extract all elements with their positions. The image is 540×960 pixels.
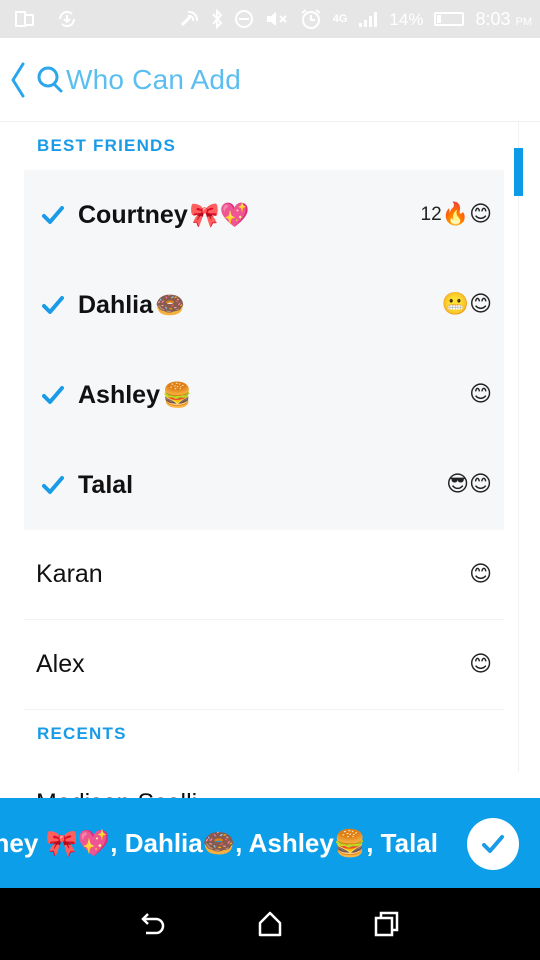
friend-badges: 😎😊 (446, 474, 492, 496)
friend-badges: 😊 (469, 561, 492, 587)
fire-smile-emoji-icon: 🔥😊 (441, 202, 492, 227)
sync-icon (58, 10, 76, 28)
friend-row-dahlia[interactable]: Dahlia 🍩 😬😊 (24, 260, 504, 350)
back-icon (141, 913, 165, 935)
friend-row-talal[interactable]: Talal 😎😊 (24, 440, 504, 530)
confirm-button[interactable] (467, 818, 519, 870)
friend-row-courtney[interactable]: Courtney 🎀💖 12 🔥😊 (24, 170, 504, 260)
android-nav-bar (0, 888, 540, 960)
page-title[interactable]: Who Can Add (66, 64, 241, 96)
friend-badges: 😊 (469, 384, 492, 406)
scrollbar-track[interactable] (518, 122, 519, 772)
friend-name: Courtney (78, 200, 188, 229)
back-button[interactable] (10, 60, 30, 100)
selection-bar: Courtney 🎀💖, Dahlia🍩, Ashley🍔, Talal (0, 798, 540, 888)
battery-percent: 14% (389, 9, 424, 29)
friend-name: Dahlia (78, 290, 154, 319)
friends-list[interactable]: BEST FRIENDS Courtney 🎀💖 12 🔥😊 Dahlia 🍩 … (24, 122, 504, 798)
battery-icon (434, 12, 465, 26)
mute-icon (266, 12, 287, 26)
search-icon (37, 66, 63, 92)
friend-name: Madison Scolli (36, 789, 197, 799)
nav-recents-button[interactable] (367, 904, 407, 944)
nav-back-button[interactable] (133, 904, 173, 944)
sunglasses-smile-emoji-icon: 😎😊 (446, 472, 492, 497)
section-header-recents: RECENTS (37, 724, 127, 743)
selected-friends-summary: Courtney 🎀💖, Dahlia🍩, Ashley🍔, Talal (0, 827, 438, 858)
friend-badges: 😊 (469, 651, 492, 677)
checkmark-icon (482, 835, 504, 853)
clock: 8:03 PM (475, 9, 532, 30)
screen-mirror-icon (15, 11, 34, 27)
home-icon (258, 911, 282, 937)
friend-badges: 12 🔥😊 (421, 204, 492, 226)
friend-name: Alex (36, 650, 85, 678)
alarm-icon (301, 9, 321, 29)
friend-name: Karan (36, 560, 103, 588)
donut-emoji-icon: 🍩 (155, 291, 185, 319)
friend-badges: 😬😊 (442, 294, 492, 316)
bluetooth-icon (211, 9, 223, 29)
status-bar: 4G 14% 8:03 PM (0, 0, 540, 38)
friend-name: Talal (78, 470, 134, 499)
bow-heart-emoji-icon: 🎀💖 (189, 201, 250, 229)
smile-emoji-icon: 😊 (469, 382, 492, 407)
checkmark-icon (24, 294, 78, 316)
friend-name: Ashley (78, 380, 160, 409)
recents-icon (374, 911, 398, 937)
smile-emoji-icon: 😊 (469, 561, 492, 587)
clock-ampm: PM (515, 15, 533, 28)
checkmark-icon (24, 384, 78, 406)
friend-row-karan[interactable]: Karan 😊 (24, 530, 504, 620)
friend-row-alex[interactable]: Alex 😊 (24, 620, 504, 710)
4g-lte-icon: 4G (332, 12, 348, 25)
checkmark-icon (24, 204, 78, 226)
smile-emoji-icon: 😊 (469, 651, 492, 677)
grimace-smile-emoji-icon: 😬😊 (441, 292, 492, 317)
search-button[interactable] (36, 65, 64, 95)
do-not-disturb-icon (234, 10, 253, 28)
clock-time: 8:03 (475, 8, 511, 29)
nav-home-button[interactable] (250, 904, 290, 944)
checkmark-icon (24, 474, 78, 496)
signal-icon (359, 12, 378, 27)
friend-row-recent[interactable]: Madison Scolli (24, 758, 504, 799)
friend-row-ashley[interactable]: Ashley 🍔 😊 (24, 350, 504, 440)
burger-emoji-icon: 🍔 (161, 381, 192, 409)
nfc-icon (180, 10, 198, 27)
scrollbar-thumb[interactable] (514, 148, 523, 196)
header: Who Can Add (0, 38, 540, 122)
section-header-best-friends: BEST FRIENDS (37, 136, 177, 155)
streak-count: 12 (420, 204, 442, 225)
chevron-left-icon (11, 62, 25, 97)
